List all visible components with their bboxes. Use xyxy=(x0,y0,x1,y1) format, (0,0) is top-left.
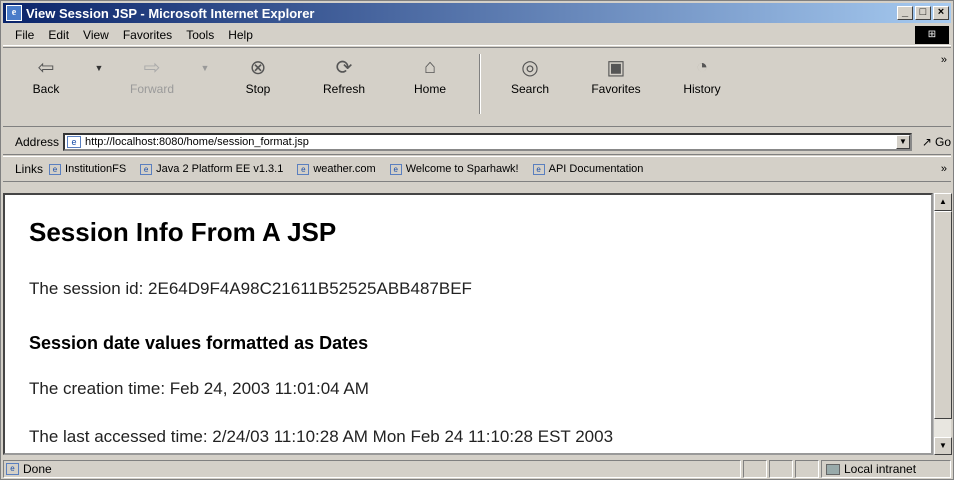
page-icon: e xyxy=(140,163,153,175)
status-cell xyxy=(743,460,767,478)
back-dropdown-icon[interactable]: ▼ xyxy=(89,63,109,73)
scrollbar-thumb[interactable] xyxy=(934,211,952,419)
address-label: Address xyxy=(15,135,60,149)
address-bar: Address e http://localhost:8080/home/ses… xyxy=(3,130,951,155)
page-title: Session Info From A JSP xyxy=(29,217,337,247)
search-label: Search xyxy=(510,82,550,96)
status-cell xyxy=(769,460,793,478)
close-button[interactable]: × xyxy=(933,6,949,20)
link-welcome-sparhawk[interactable]: e Welcome to Sparhawk! xyxy=(389,163,519,175)
section-heading: Session date values formatted as Dates xyxy=(29,333,369,353)
link-label: Welcome to Sparhawk! xyxy=(405,163,519,175)
last-accessed-text: The last accessed time: 2/24/03 11:10:28… xyxy=(29,427,614,446)
menu-view[interactable]: View xyxy=(76,28,116,42)
forward-dropdown-icon[interactable]: ▼ xyxy=(195,63,215,73)
scroll-down-icon[interactable]: ▼ xyxy=(934,437,952,455)
forward-button[interactable]: ⇨ Forward xyxy=(109,54,195,97)
refresh-button[interactable]: ⟳ Refresh xyxy=(301,54,387,97)
status-text: Done xyxy=(23,462,52,476)
link-api-documentation[interactable]: e API Documentation xyxy=(532,163,644,175)
browser-window: e View Session JSP - Microsoft Internet … xyxy=(0,0,954,480)
intranet-icon xyxy=(826,463,840,475)
go-label: Go xyxy=(934,135,951,149)
ie-app-icon: e xyxy=(6,5,22,21)
forward-arrow-icon: ⇨ xyxy=(143,56,161,79)
menu-file[interactable]: File xyxy=(3,28,41,42)
minimize-button[interactable]: _ xyxy=(897,6,913,20)
link-weather[interactable]: e weather.com xyxy=(297,163,376,175)
page-icon: e xyxy=(67,136,82,148)
page-icon: e xyxy=(49,163,62,175)
go-button[interactable]: ↗ Go xyxy=(922,135,951,149)
back-button[interactable]: ⇦ Back xyxy=(3,54,89,97)
security-zone: Local intranet xyxy=(821,460,951,478)
menu-tools[interactable]: Tools xyxy=(179,28,221,42)
page-icon: e xyxy=(532,163,545,175)
home-label: Home xyxy=(413,82,446,96)
history-label: History xyxy=(683,82,721,96)
link-label: InstitutionFS xyxy=(65,163,127,175)
title-bar[interactable]: e View Session JSP - Microsoft Internet … xyxy=(3,3,951,23)
search-button[interactable]: ◎ Search xyxy=(487,54,573,97)
toolbar-chevron-icon[interactable]: » xyxy=(941,54,947,66)
menu-edit[interactable]: Edit xyxy=(41,28,76,42)
standard-toolbar: ⇦ Back ▼ ⇨ Forward ▼ ⊗ Stop ⟳ Refresh ⌂ … xyxy=(3,47,951,127)
favorites-button[interactable]: ▣ Favorites xyxy=(573,54,659,97)
menu-favorites[interactable]: Favorites xyxy=(116,28,179,42)
back-arrow-icon: ⇦ xyxy=(37,56,55,79)
menu-help[interactable]: Help xyxy=(221,28,260,42)
search-icon: ◎ xyxy=(521,56,539,79)
favorites-folder-icon: ▣ xyxy=(606,56,626,79)
toolbar-separator xyxy=(479,54,481,114)
zone-label: Local intranet xyxy=(844,462,917,476)
status-cell xyxy=(795,460,819,478)
links-label: Links xyxy=(15,162,44,176)
links-bar: Links e InstitutionFS e Java 2 Platform … xyxy=(3,156,951,182)
refresh-icon: ⟳ xyxy=(335,56,353,79)
page-icon: e xyxy=(389,163,402,175)
go-arrow-icon: ↗ xyxy=(921,135,932,149)
address-input[interactable]: e http://localhost:8080/home/session_for… xyxy=(63,133,912,151)
page-icon: e xyxy=(297,163,310,175)
history-icon: ◔ xyxy=(695,55,709,78)
refresh-label: Refresh xyxy=(322,82,366,96)
vertical-scrollbar[interactable]: ▲ ▼ xyxy=(933,193,952,455)
stop-button[interactable]: ⊗ Stop xyxy=(215,54,301,97)
maximize-button[interactable]: □ xyxy=(915,6,931,20)
forward-label: Forward xyxy=(129,82,174,96)
link-label: API Documentation xyxy=(548,163,644,175)
address-dropdown-icon[interactable]: ▼ xyxy=(895,135,910,149)
window-title: View Session JSP - Microsoft Internet Ex… xyxy=(26,5,315,21)
page-icon: e xyxy=(6,463,19,475)
links-chevron-icon[interactable]: » xyxy=(941,163,947,175)
creation-time-text: The creation time: Feb 24, 2003 11:01:04… xyxy=(29,379,369,398)
page-content: Session Info From A JSP The session id: … xyxy=(3,193,933,455)
link-institutionfs[interactable]: e InstitutionFS xyxy=(49,163,126,175)
back-label: Back xyxy=(32,82,60,96)
link-label: weather.com xyxy=(313,163,376,175)
menu-bar: File Edit View Favorites Tools Help ⊞ xyxy=(3,25,951,46)
status-bar: e Done Local intranet xyxy=(3,459,951,479)
address-url: http://localhost:8080/home/session_forma… xyxy=(85,136,309,148)
windows-logo-icon: ⊞ xyxy=(915,26,949,44)
home-icon: ⌂ xyxy=(423,55,437,78)
stop-label: Stop xyxy=(245,82,271,96)
session-id-text: The session id: 2E64D9F4A98C21611B52525A… xyxy=(29,279,472,298)
stop-icon: ⊗ xyxy=(249,56,267,79)
window-controls: _ □ × xyxy=(897,6,949,20)
history-button[interactable]: ◔ History xyxy=(659,54,745,97)
scroll-up-icon[interactable]: ▲ xyxy=(934,193,952,211)
status-main: e Done xyxy=(3,460,741,478)
home-button[interactable]: ⌂ Home xyxy=(387,54,473,97)
favorites-label: Favorites xyxy=(591,82,641,96)
link-java-2-platform[interactable]: e Java 2 Platform EE v1.3.1 xyxy=(140,163,283,175)
link-label: Java 2 Platform EE v1.3.1 xyxy=(156,163,284,175)
